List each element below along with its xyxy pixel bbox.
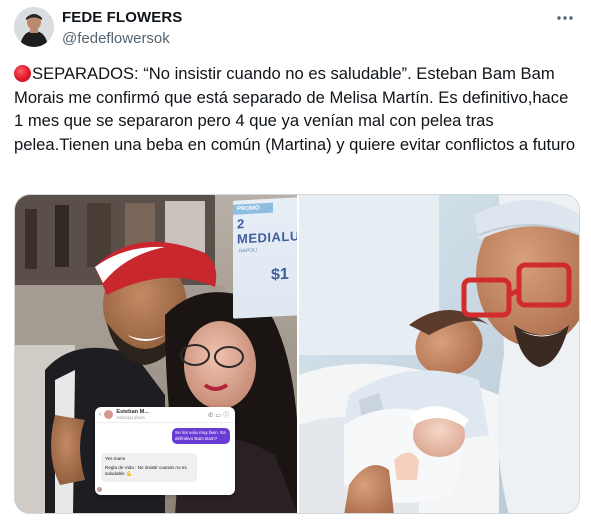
- chevron-left-icon: ‹: [99, 411, 102, 418]
- author-handle[interactable]: @fedeflowersok: [62, 29, 182, 48]
- red-circle-icon: [14, 65, 31, 82]
- tweet-text: SEPARADOS: “No insistir cuando no es sal…: [14, 62, 580, 156]
- more-horizontal-icon: [557, 16, 573, 20]
- more-options-button[interactable]: [551, 6, 579, 30]
- promo-title: 2 MEDIALU: [237, 216, 297, 247]
- chat-incoming-greeting: Yes mann: [105, 456, 126, 461]
- tweet-media: PROMO 2 MEDIALU NAPOLI $1 ‹ Esteban M...…: [14, 194, 580, 514]
- author-display-name[interactable]: FEDE FLOWERS: [62, 8, 182, 27]
- chat-incoming-message: Regla de Vida : No insistir cuando no es…: [105, 464, 187, 476]
- chat-screenshot: ‹ Esteban M... Activo(a) ahora ✆▭ⓘ Se lo…: [95, 407, 235, 495]
- photo-hospital-selfie[interactable]: [299, 195, 579, 513]
- tweet-body: SEPARADOS: “No insistir cuando no es sal…: [14, 64, 576, 154]
- author-avatar[interactable]: [14, 7, 54, 47]
- chat-header: ‹ Esteban M... Activo(a) ahora ✆▭ⓘ: [95, 407, 235, 423]
- chat-mini-avatar: [97, 487, 102, 492]
- chat-outgoing-message: Se los veía muy bien. Es definitivo Bam …: [172, 428, 230, 444]
- chat-avatar: [104, 410, 114, 419]
- tweet-card: FEDE FLOWERS @fedeflowersok SEPARADOS: “…: [0, 0, 591, 531]
- chat-contact-status: Activo(a) ahora: [116, 415, 145, 420]
- author-names: FEDE FLOWERS @fedeflowersok: [62, 8, 182, 48]
- chat-call-video-icons: ✆▭ⓘ: [208, 413, 231, 419]
- hospital-photo-illustration: [299, 195, 579, 513]
- chat-incoming-bubble: Yes mann Regla de Vida : No insistir cua…: [101, 453, 197, 483]
- promo-price: $1: [271, 265, 289, 284]
- promo-sign: PROMO 2 MEDIALU NAPOLI $1: [233, 197, 297, 319]
- user-avatar-icon: [14, 7, 54, 47]
- photo-couple-selfie[interactable]: PROMO 2 MEDIALU NAPOLI $1 ‹ Esteban M...…: [15, 195, 297, 513]
